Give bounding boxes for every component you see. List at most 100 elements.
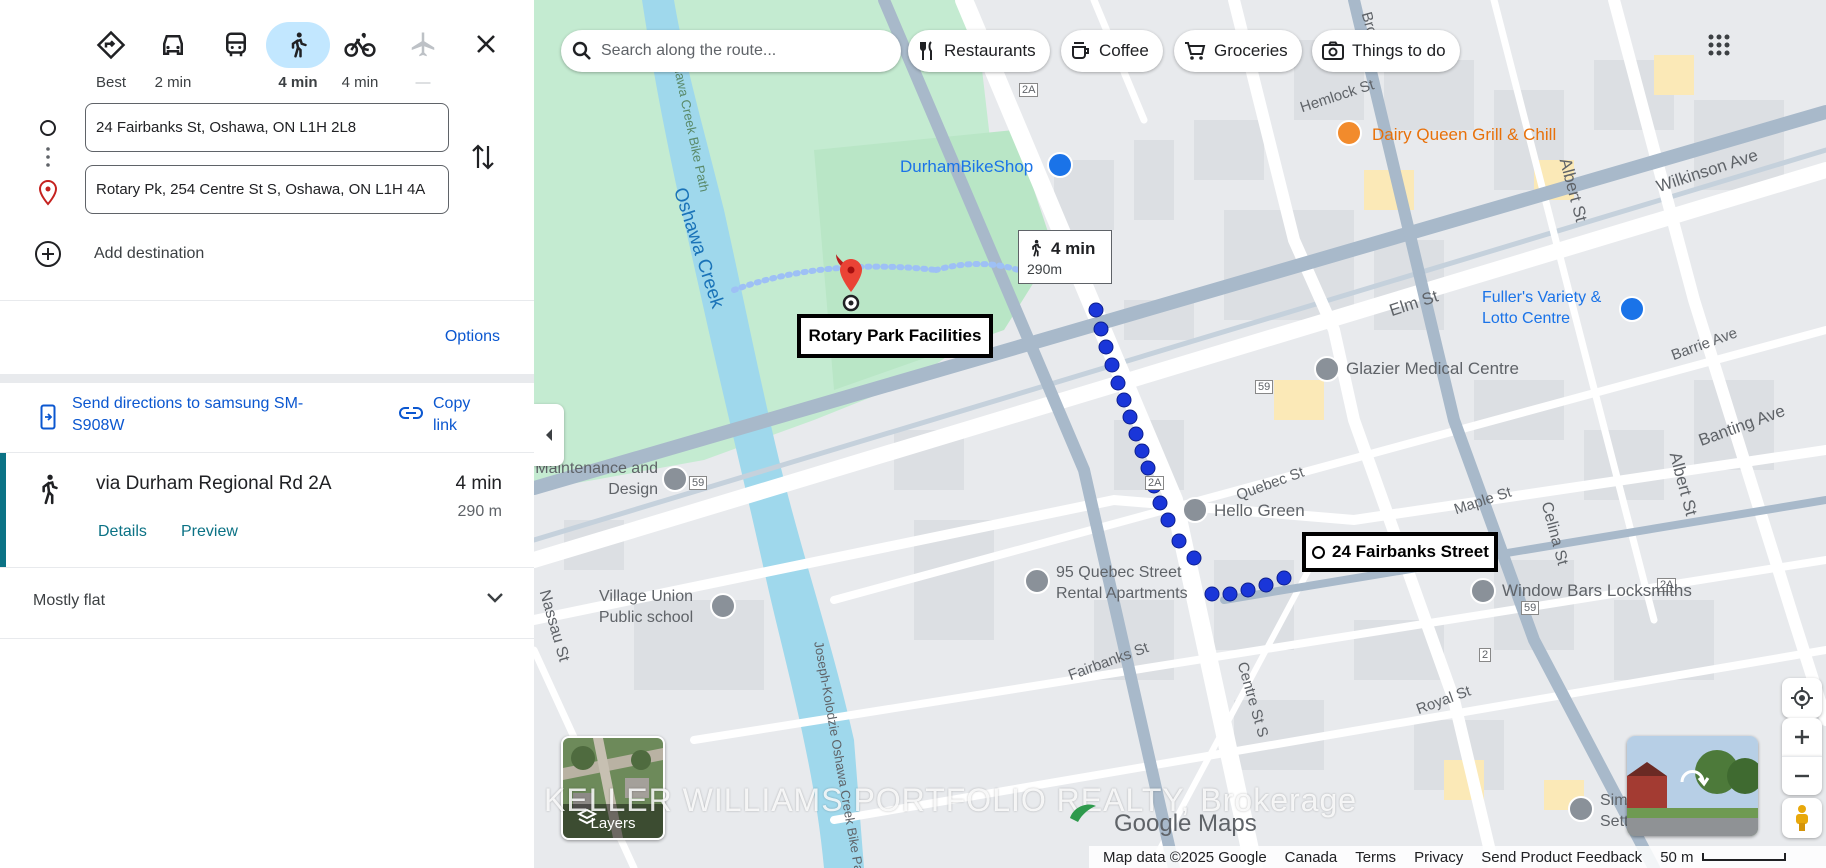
selected-route-accent <box>0 453 6 567</box>
close-icon <box>477 35 495 53</box>
place-pin-icon[interactable] <box>1568 796 1594 822</box>
apps-grid-icon[interactable] <box>1708 34 1730 56</box>
road-shield: 2A <box>1145 476 1165 490</box>
add-circle-icon <box>35 241 61 267</box>
street-view-thumbnail[interactable] <box>1627 736 1758 836</box>
road-shield: 59 <box>1521 601 1540 615</box>
route-option-card[interactable]: via Durham Regional Rd 2A 4 min 290 m De… <box>0 452 534 568</box>
shop-pin-icon[interactable] <box>1047 152 1073 178</box>
chip-coffee[interactable]: Coffee <box>1061 30 1163 72</box>
poi-window-bars[interactable]: Window Bars Locksmiths <box>1502 580 1692 601</box>
region-link[interactable]: Canada <box>1285 849 1338 866</box>
poi-quebec-apartments[interactable]: 95 Quebec Street Rental Apartments <box>1056 562 1226 604</box>
divider <box>0 300 534 301</box>
mode-label: — <box>415 74 431 91</box>
copy-link-button[interactable]: Copy link <box>433 393 493 437</box>
destination-input[interactable]: Rotary Pk, 254 Centre St S, Oshawa, ON L… <box>85 165 449 214</box>
search-icon <box>572 41 591 60</box>
poi-bike-shop[interactable]: DurhamBikeShop <box>900 156 1033 177</box>
place-pin-icon[interactable] <box>662 466 688 492</box>
school-pin-icon[interactable] <box>710 593 736 619</box>
route-time-tooltip[interactable]: 4 min 290m <box>1018 230 1112 284</box>
pegman-icon <box>1796 805 1808 831</box>
elevation-expander[interactable]: Mostly flat <box>0 566 534 639</box>
send-directions-link[interactable]: Send directions to samsung SM-S908W <box>72 393 332 437</box>
google-maps-logo: Google Maps <box>1070 804 1257 838</box>
terms-link[interactable]: Terms <box>1355 849 1396 866</box>
mode-cycling[interactable]: 4 min <box>328 22 392 91</box>
chip-things-to-do[interactable]: Things to do <box>1312 30 1460 72</box>
restaurant-pin-icon[interactable] <box>1336 120 1362 146</box>
coffee-icon <box>1072 42 1089 59</box>
poi-hello-green[interactable]: Hello Green <box>1214 500 1305 521</box>
route-duration: 4 min <box>455 473 502 494</box>
origin-marker-icon <box>1312 546 1325 559</box>
walk-icon <box>1032 239 1041 257</box>
link-icon[interactable] <box>399 406 423 420</box>
shop-pin-icon[interactable] <box>1619 296 1645 322</box>
chip-label: Things to do <box>1352 41 1446 60</box>
add-destination-label: Add destination <box>94 245 205 262</box>
road-shield: 2A <box>1019 83 1039 97</box>
privacy-link[interactable]: Privacy <box>1414 849 1463 866</box>
collapse-panel-button[interactable] <box>534 404 564 466</box>
street-view-image <box>1627 736 1758 836</box>
close-directions-button[interactable] <box>470 28 502 60</box>
plus-icon <box>1795 730 1809 744</box>
car-icon <box>163 35 183 55</box>
destination-callout: Rotary Park Facilities <box>797 314 993 358</box>
poi-dairy-queen[interactable]: Dairy Queen Grill & Chill <box>1372 124 1556 145</box>
divider <box>0 374 534 383</box>
plane-icon <box>411 32 435 57</box>
search-placeholder: Search along the route... <box>601 42 777 59</box>
road-shield: 59 <box>689 476 708 490</box>
zoom-out-button[interactable] <box>1782 756 1822 795</box>
my-location-button[interactable] <box>1782 678 1822 718</box>
mode-best[interactable]: Best <box>79 22 143 91</box>
mode-driving[interactable]: 2 min <box>141 22 205 91</box>
mode-label: 4 min <box>278 74 318 91</box>
scale-label[interactable]: 50 m <box>1660 849 1693 866</box>
chip-restaurants[interactable]: Restaurants <box>908 30 1050 72</box>
poi-fullers[interactable]: Fuller's Variety & Lotto Centre <box>1482 287 1622 329</box>
destination-pin-icon <box>38 180 58 206</box>
route-preview-link[interactable]: Preview <box>181 523 238 541</box>
add-destination-button[interactable]: Add destination <box>34 240 204 268</box>
elevation-label: Mostly flat <box>33 592 106 609</box>
locate-icon <box>1791 687 1813 709</box>
origin-input[interactable]: 24 Fairbanks St, Oshawa, ON L1H 2L8 <box>85 103 449 152</box>
zoom-in-button[interactable] <box>1782 718 1822 756</box>
attribution-bar: Map data ©2025 Google Canada Terms Priva… <box>1089 846 1826 868</box>
mode-walking[interactable]: 4 min <box>266 22 330 91</box>
place-pin-icon[interactable] <box>1182 497 1208 523</box>
poi-village-union[interactable]: Village Union Public school <box>586 586 706 628</box>
bike-icon <box>344 32 376 57</box>
place-pin-icon[interactable] <box>1024 568 1050 594</box>
scale-bar <box>1701 853 1786 861</box>
pegman-button[interactable] <box>1782 798 1822 838</box>
search-along-route-input[interactable]: Search along the route... <box>561 30 901 72</box>
chevron-down-icon <box>487 593 503 603</box>
mode-label: 4 min <box>341 74 379 91</box>
route-title: via Durham Regional Rd 2A <box>96 473 332 494</box>
diamond-directions-icon <box>96 30 126 60</box>
chip-label: Restaurants <box>944 41 1036 60</box>
poi-glazier[interactable]: Glazier Medical Centre <box>1346 358 1519 379</box>
send-to-phone-icon[interactable] <box>40 404 56 430</box>
swap-waypoints-button[interactable] <box>470 142 496 177</box>
tooltip-distance: 290m <box>1027 261 1063 277</box>
place-pin-icon[interactable] <box>1470 578 1496 604</box>
mode-transit[interactable] <box>204 22 268 74</box>
feedback-link[interactable]: Send Product Feedback <box>1481 849 1642 866</box>
route-details-link[interactable]: Details <box>98 523 147 541</box>
medical-pin-icon[interactable] <box>1314 356 1340 382</box>
tooltip-time: 4 min <box>1051 239 1096 258</box>
mode-label: 2 min <box>154 74 192 91</box>
chip-label: Groceries <box>1214 41 1288 60</box>
maps-pin-icon <box>1070 804 1096 822</box>
road-shield: 2 <box>1479 648 1492 662</box>
origin-callout: 24 Fairbanks Street <box>1302 532 1498 572</box>
map-canvas[interactable]: 2A 2A 2A 59 59 59 2 Oshawa Creek Oshawa … <box>534 0 1826 868</box>
chip-groceries[interactable]: Groceries <box>1174 30 1302 72</box>
options-link[interactable]: Options <box>445 328 500 346</box>
